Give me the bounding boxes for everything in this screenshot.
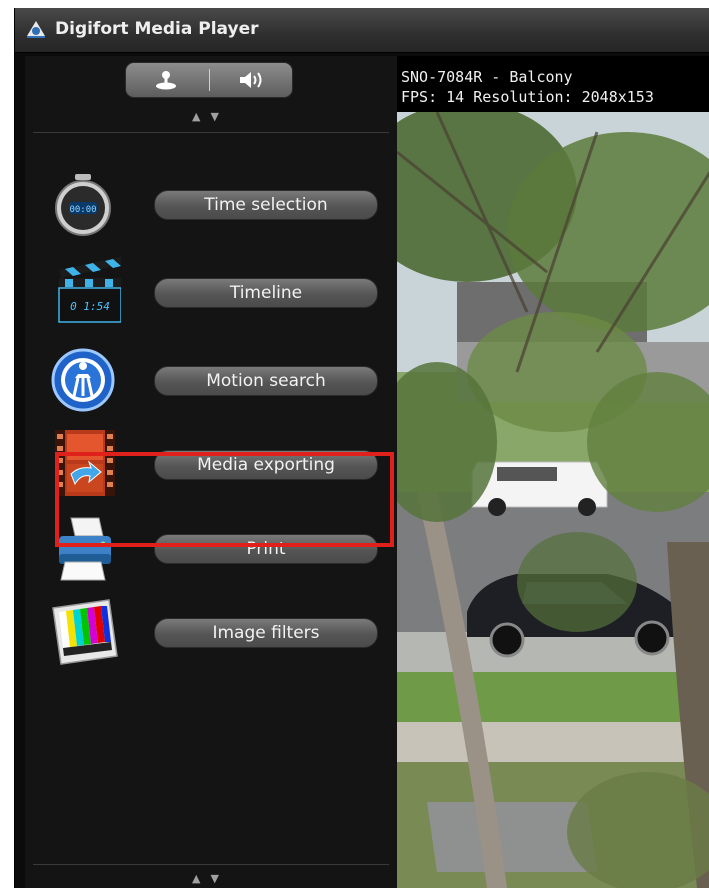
test-pattern-icon <box>52 599 118 665</box>
video-panel[interactable]: SNO-7084R - Balcony FPS: 14 Resolution: … <box>397 56 709 888</box>
audio-toggle-button[interactable] <box>210 63 292 97</box>
menu-item-time-selection[interactable]: 00:00 Time selection <box>45 170 391 240</box>
image-filters-button[interactable]: Image filters <box>154 618 378 648</box>
timeline-button[interactable]: Timeline <box>154 278 378 308</box>
clapperboard-icon: 0 1:54 <box>58 256 121 323</box>
scroll-up-arrows[interactable]: ▲▼ <box>192 110 229 123</box>
menu-item-timeline[interactable]: 0 1:54 Timeline <box>45 256 391 326</box>
scroll-down-arrows[interactable]: ▲▼ <box>192 872 229 885</box>
title-bar: Digifort Media Player <box>15 8 709 53</box>
tools-sidebar: ▲▼ 00:00 Time selection 0 1:54 Timeline … <box>25 56 398 888</box>
speaker-icon <box>240 72 262 88</box>
camera-info: FPS: 14 Resolution: 2048x153 <box>401 88 654 106</box>
window-title: Digifort Media Player <box>55 19 259 39</box>
camera-title: SNO-7084R - Balcony <box>401 68 573 86</box>
media-player-window: Digifort Media Player ▲▼ 00:00 Time sele… <box>14 8 709 888</box>
stopwatch-icon: 00:00 <box>55 174 111 236</box>
joystick-icon <box>156 71 176 90</box>
menu-item-motion-search[interactable]: Motion search <box>45 344 391 414</box>
view-toggle-group <box>125 62 293 98</box>
svg-text:00:00: 00:00 <box>69 205 96 215</box>
svg-text:0 1:54: 0 1:54 <box>70 300 110 313</box>
camera-video-frame[interactable] <box>397 112 709 888</box>
menu-item-image-filters[interactable]: Image filters <box>45 598 391 668</box>
bottom-divider <box>33 864 389 865</box>
motion-search-button[interactable]: Motion search <box>154 366 378 396</box>
time-selection-button[interactable]: Time selection <box>154 190 378 220</box>
motion-search-icon <box>51 348 115 412</box>
app-logo-icon <box>27 21 45 38</box>
media-exporting-highlight <box>55 452 394 547</box>
top-divider <box>33 132 389 133</box>
ptz-toggle-button[interactable] <box>126 63 208 97</box>
